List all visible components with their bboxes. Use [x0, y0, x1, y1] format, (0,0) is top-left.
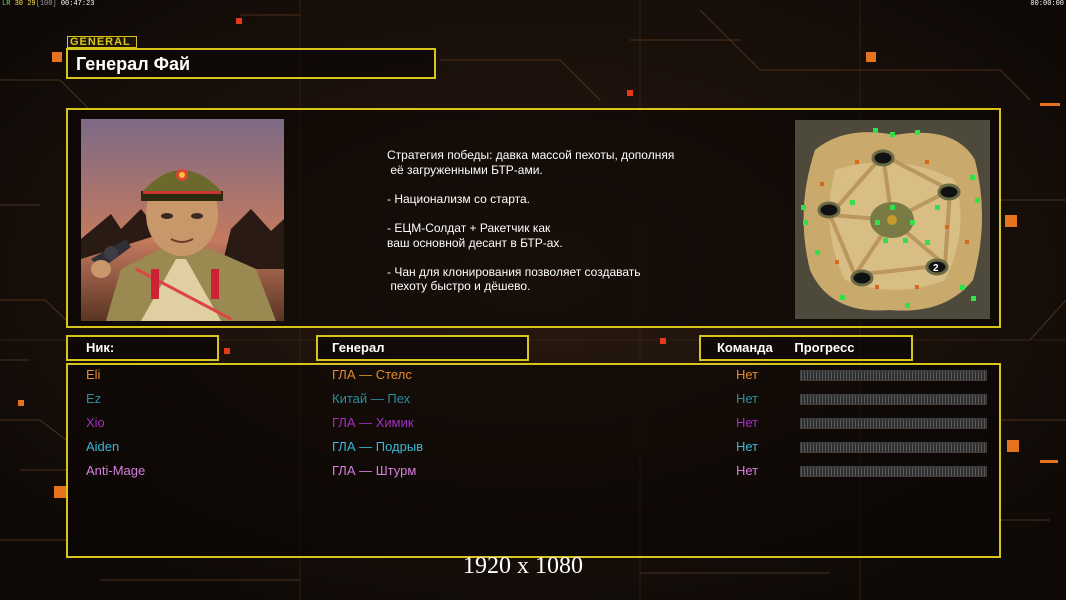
player-row: Eli ГЛА — Стелс Нет	[68, 367, 1003, 391]
hud-fps: 30 29	[14, 0, 36, 8]
player-progress-bar	[800, 418, 987, 429]
general-title-box: Генерал Фай	[66, 48, 436, 79]
player-name: Eli	[86, 367, 101, 382]
player-team[interactable]: Нет	[736, 439, 758, 454]
general-title: Генерал Фай	[76, 54, 191, 74]
player-general[interactable]: ГЛА — Штурм	[332, 463, 416, 478]
player-team[interactable]: Нет	[736, 415, 758, 430]
nick-header: Ник:	[66, 335, 219, 361]
general-header-label: Генерал	[332, 340, 385, 355]
team-header-label: Команда	[717, 340, 773, 355]
player-row: Xio ГЛА — Химик Нет	[68, 415, 1003, 439]
progress-header-label: Прогресс	[794, 340, 855, 355]
player-general[interactable]: Китай — Пех	[332, 391, 410, 406]
player-row: Aiden ГЛА — Подрыв Нет	[68, 439, 1003, 463]
hud-left-readout: LR 30 29[100] 00:47:23	[2, 0, 94, 8]
player-progress-bar	[800, 442, 987, 453]
hud-right-time: 00:00:00	[1030, 0, 1064, 8]
general-description: Стратегия победы: давка массой пехоты, д…	[387, 148, 675, 294]
player-team[interactable]: Нет	[736, 463, 758, 478]
general-tag: GENERAL	[67, 36, 137, 48]
player-team[interactable]: Нет	[736, 391, 758, 406]
nick-header-label: Ник:	[86, 340, 115, 355]
general-portrait	[81, 119, 284, 321]
general-info-panel: Стратегия победы: давка массой пехоты, д…	[66, 108, 1001, 328]
general-header: Генерал	[316, 335, 529, 361]
hud-bracket: [100]	[35, 0, 57, 8]
hud-time: 00:47:23	[60, 0, 95, 8]
minimap: 2	[795, 120, 990, 319]
players-panel: Eli ГЛА — Стелс Нет Ez Китай — Пех Нет X…	[66, 363, 1001, 558]
player-general[interactable]: ГЛА — Химик	[332, 415, 414, 430]
player-team[interactable]: Нет	[736, 367, 758, 382]
player-general[interactable]: ГЛА — Стелс	[332, 367, 412, 382]
resolution-label: 1920 x 1080	[463, 553, 583, 579]
team-progress-header: Команда Прогресс	[699, 335, 913, 361]
player-general[interactable]: ГЛА — Подрыв	[332, 439, 423, 454]
player-progress-bar	[800, 370, 987, 381]
player-name: Anti-Mage	[86, 463, 146, 478]
hud-prefix: LR	[2, 0, 11, 8]
player-progress-bar	[800, 466, 987, 477]
player-row: Ez Китай — Пех Нет	[68, 391, 1003, 415]
player-name: Xio	[86, 415, 105, 430]
player-name: Aiden	[86, 439, 120, 454]
minimap-player-marker: 2	[933, 263, 939, 274]
player-name: Ez	[86, 391, 102, 406]
player-row: Anti-Mage ГЛА — Штурм Нет	[68, 463, 1003, 487]
player-progress-bar	[800, 394, 987, 405]
